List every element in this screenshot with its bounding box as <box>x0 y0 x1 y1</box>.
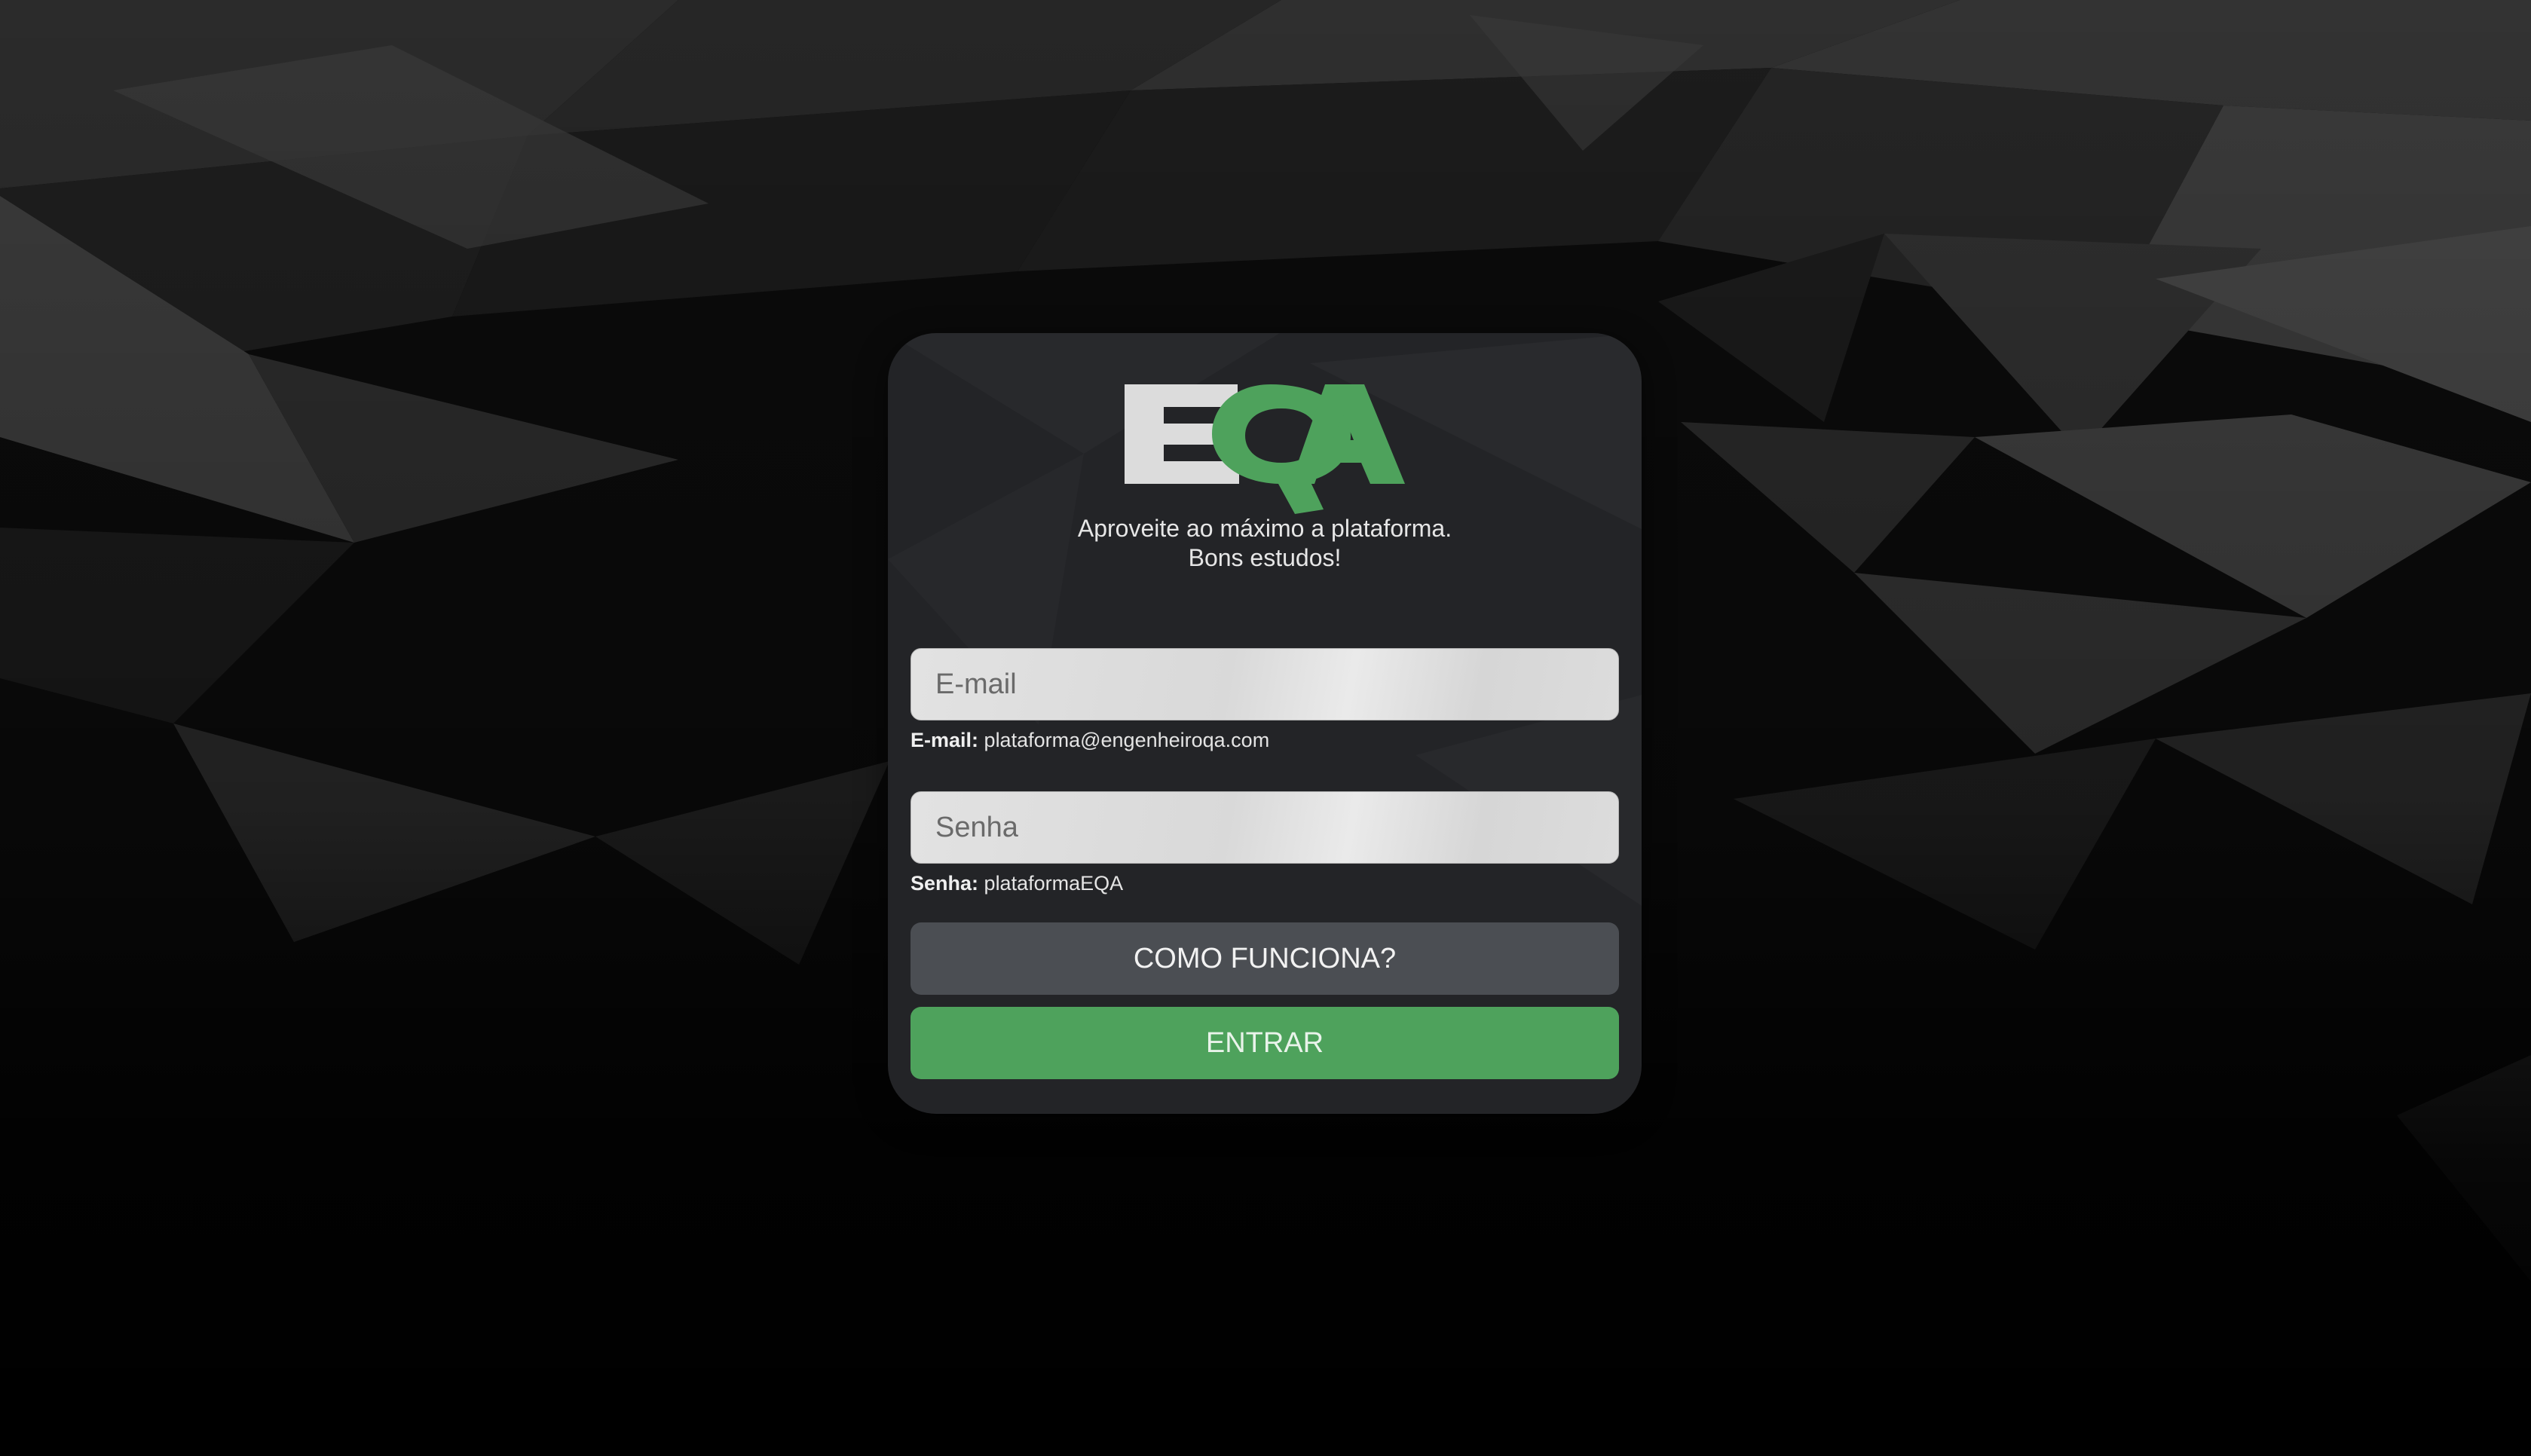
login-card: Aproveite ao máximo a plataforma. Bons e… <box>888 333 1642 1114</box>
email-hint-label: E-mail: <box>910 729 979 751</box>
how-it-works-button[interactable]: COMO FUNCIONA? <box>910 922 1619 995</box>
email-input[interactable] <box>910 648 1619 720</box>
email-hint-value: plataforma@engenheiroqa.com <box>984 729 1270 751</box>
tagline: Aproveite ao máximo a plataforma. Bons e… <box>888 514 1642 573</box>
password-hint: Senha: plataformaEQA <box>910 871 1123 895</box>
email-hint: E-mail: plataforma@engenheiroqa.com <box>910 728 1269 752</box>
eqa-logo <box>1125 384 1405 514</box>
password-hint-label: Senha: <box>910 872 979 895</box>
tagline-line-1: Aproveite ao máximo a plataforma. <box>1077 515 1452 542</box>
login-button[interactable]: ENTRAR <box>910 1007 1619 1079</box>
password-hint-value: plataformaEQA <box>984 872 1124 895</box>
tagline-line-2: Bons estudos! <box>1188 544 1342 571</box>
password-input[interactable] <box>910 791 1619 864</box>
